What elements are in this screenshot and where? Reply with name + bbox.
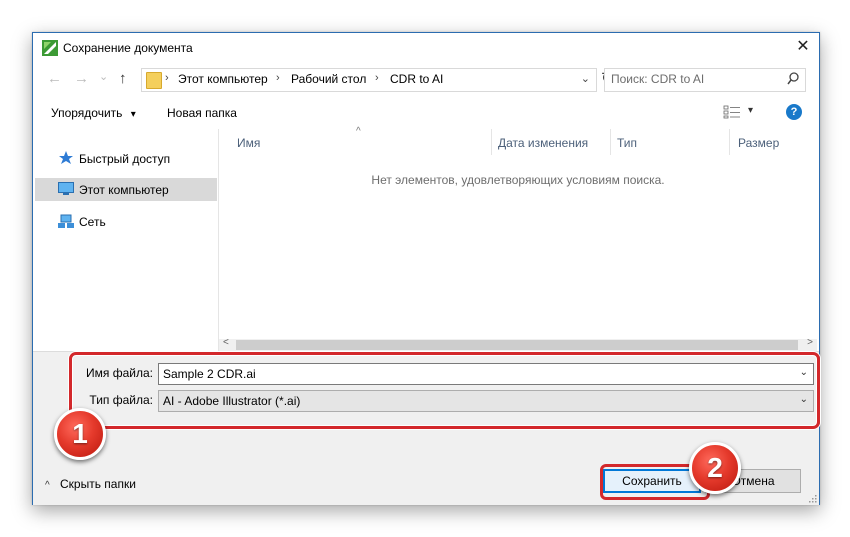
- sidebar-item-network[interactable]: Сеть: [35, 210, 217, 233]
- command-toolbar: Упорядочить ▾ Новая папка ▾ ?: [33, 97, 819, 127]
- address-bar[interactable]: › Этот компьютер › Рабочий стол › CDR to…: [141, 68, 597, 92]
- organize-caret-icon: ▾: [130, 109, 136, 120]
- scroll-left-icon[interactable]: <: [223, 337, 229, 348]
- column-header-name[interactable]: Имя: [219, 129, 492, 155]
- address-dropdown-icon[interactable]: ⌄: [581, 72, 590, 85]
- computer-icon: [58, 182, 74, 195]
- help-button[interactable]: ?: [786, 104, 802, 120]
- organize-label: Упорядочить: [51, 106, 123, 120]
- star-icon: [59, 151, 73, 164]
- recent-locations-button[interactable]: ⌄: [99, 69, 108, 85]
- sidebar-item-label: Этот компьютер: [79, 183, 169, 197]
- column-header-label: Тип: [617, 136, 638, 150]
- close-button[interactable]: ✕: [795, 39, 811, 55]
- hide-folders-button[interactable]: ^ Скрыть папки: [45, 477, 136, 491]
- coreldraw-app-icon: [42, 40, 58, 56]
- back-button[interactable]: ←: [47, 71, 62, 87]
- breadcrumb-this-pc[interactable]: Этот компьютер: [178, 72, 268, 86]
- sidebar-item-this-pc[interactable]: Этот компьютер: [35, 178, 217, 201]
- horizontal-scrollbar[interactable]: < >: [219, 337, 817, 351]
- search-box[interactable]: [604, 68, 806, 92]
- column-header-label: Дата изменения: [498, 136, 589, 150]
- step-2-badge: 2: [689, 442, 741, 494]
- step-1-badge: 1: [54, 408, 106, 460]
- save-dialog: Сохранение документа ✕ ← → ⌄ ↑ › Этот ко…: [32, 32, 820, 505]
- forward-button[interactable]: →: [74, 71, 89, 87]
- hide-folders-label: Скрыть папки: [60, 477, 136, 491]
- breadcrumb-cdr-to-ai[interactable]: CDR to AI: [390, 72, 443, 86]
- up-folder-button[interactable]: ↑: [119, 70, 127, 87]
- column-header-date-modified[interactable]: Дата изменения: [492, 129, 611, 155]
- dialog-title: Сохранение документа: [63, 41, 193, 55]
- breadcrumb-separator[interactable]: ›: [276, 72, 280, 84]
- new-folder-button[interactable]: Новая папка: [167, 106, 237, 120]
- search-icon[interactable]: [787, 72, 799, 86]
- empty-list-message: Нет элементов, удовлетворяющих условиям …: [371, 173, 665, 187]
- sidebar-item-quick-access[interactable]: Быстрый доступ: [35, 147, 217, 170]
- column-header-size[interactable]: Размер: [730, 129, 816, 155]
- chevron-up-icon: ^: [45, 480, 50, 491]
- sidebar-item-label: Сеть: [79, 215, 106, 229]
- view-dropdown-icon[interactable]: ▾: [748, 105, 753, 116]
- scroll-right-icon[interactable]: >: [807, 337, 813, 348]
- resize-grip-icon[interactable]: [807, 493, 817, 503]
- filename-highlight-box: [69, 352, 820, 429]
- file-list: ^ Имя Дата изменения Тип Размер Нет элем…: [219, 126, 817, 351]
- scrollbar-thumb[interactable]: [236, 340, 798, 350]
- search-input[interactable]: [611, 72, 781, 86]
- organize-button[interactable]: Упорядочить ▾: [51, 106, 136, 120]
- navigation-bar: ← → ⌄ ↑ › Этот компьютер › Рабочий стол …: [33, 63, 819, 97]
- breadcrumb-separator[interactable]: ›: [375, 72, 379, 84]
- network-icon: [58, 214, 74, 228]
- breadcrumb-desktop[interactable]: Рабочий стол: [291, 72, 366, 86]
- view-options-icon[interactable]: [723, 105, 741, 119]
- navigation-pane: Быстрый доступ Этот компьютер Сеть: [34, 129, 219, 351]
- breadcrumb-separator[interactable]: ›: [165, 72, 169, 84]
- title-bar: Сохранение документа ✕: [33, 33, 819, 63]
- folder-icon: [146, 72, 162, 89]
- column-header-type[interactable]: Тип: [611, 129, 730, 155]
- column-header-label: Имя: [237, 136, 261, 150]
- sidebar-item-label: Быстрый доступ: [79, 152, 171, 166]
- column-header-label: Размер: [738, 136, 780, 150]
